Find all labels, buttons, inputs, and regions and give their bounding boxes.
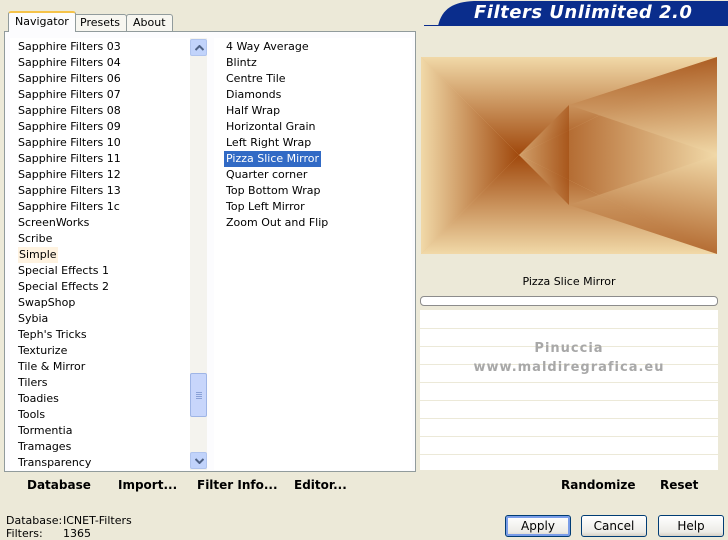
filter-item[interactable]: Blintz (226, 55, 257, 71)
scroll-up-button[interactable] (190, 39, 207, 56)
category-item[interactable]: Tile & Mirror (18, 359, 85, 375)
category-item[interactable]: Sapphire Filters 11 (18, 151, 121, 167)
category-item[interactable]: Sapphire Filters 06 (18, 71, 121, 87)
chevron-down-icon (195, 458, 204, 464)
filter-item[interactable]: Zoom Out and Flip (226, 215, 328, 231)
import-button[interactable]: Import... (118, 478, 177, 492)
filter-item[interactable]: Centre Tile (226, 71, 286, 87)
tab-presets[interactable]: Presets (73, 14, 128, 31)
filter-info-button[interactable]: Filter Info... (197, 478, 278, 492)
editor-button[interactable]: Editor... (294, 478, 347, 492)
category-item[interactable]: SwapShop (18, 295, 75, 311)
filter-list[interactable]: 4 Way Average Blintz Centre Tile Diamonds Ha… (214, 38, 412, 470)
category-scrollbar[interactable] (190, 38, 207, 470)
status-area: Database:ICNET-Filters Filters: 1365 (6, 514, 132, 540)
category-item[interactable]: Teph's Tricks (18, 327, 87, 343)
filter-item[interactable]: Top Bottom Wrap (226, 183, 321, 199)
filter-item[interactable]: Horizontal Grain (226, 119, 315, 135)
progress-bar (420, 296, 718, 306)
category-item[interactable]: Sapphire Filters 08 (18, 103, 121, 119)
category-item[interactable]: Tools (18, 407, 45, 423)
scroll-down-button[interactable] (190, 452, 207, 469)
category-item[interactable]: Sapphire Filters 07 (18, 87, 121, 103)
tab-about[interactable]: About (126, 14, 173, 31)
apply-button[interactable]: Apply (505, 515, 571, 537)
category-item[interactable]: Special Effects 2 (18, 279, 109, 295)
filters-count: 1365 (63, 527, 91, 540)
category-list[interactable]: Sapphire Filters 03 Sapphire Filters 04 Sa… (10, 38, 190, 470)
category-item[interactable]: Tramages (18, 439, 71, 455)
category-item[interactable]: Transparency (18, 455, 91, 470)
filter-item[interactable]: Quarter corner (226, 167, 307, 183)
filter-item[interactable]: Half Wrap (226, 103, 280, 119)
category-item[interactable]: Sapphire Filters 03 (18, 39, 121, 55)
scroll-thumb[interactable] (190, 373, 207, 417)
database-value: ICNET-Filters (63, 514, 132, 527)
help-button[interactable]: Help (658, 515, 724, 537)
cancel-button[interactable]: Cancel (581, 515, 647, 537)
preview-filter-name: Pizza Slice Mirror (522, 275, 616, 288)
pizza-slice-preview (421, 57, 717, 254)
parameter-area (420, 310, 718, 470)
title-banner: Filters Unlimited 2.0 (424, 0, 728, 27)
category-item[interactable]: Tormentia (18, 423, 72, 439)
category-item[interactable]: Sapphire Filters 12 (18, 167, 121, 183)
filter-item[interactable]: Top Left Mirror (226, 199, 305, 215)
watermark-name: Pinuccia (534, 341, 604, 356)
filters-label: Filters: (6, 527, 43, 540)
filter-item[interactable]: Diamonds (226, 87, 281, 103)
category-item[interactable]: Sapphire Filters 1c (18, 199, 120, 215)
category-item[interactable]: Sybia (18, 311, 48, 327)
category-item[interactable]: Simple (18, 247, 58, 263)
category-item[interactable]: Special Effects 1 (18, 263, 109, 279)
category-item[interactable]: Sapphire Filters 10 (18, 135, 121, 151)
database-label: Database: (6, 514, 63, 527)
category-item[interactable]: ScreenWorks (18, 215, 89, 231)
category-item[interactable]: Toadies (18, 391, 59, 407)
chevron-up-icon (195, 45, 204, 51)
preview-image (421, 57, 717, 254)
filter-item[interactable]: Pizza Slice Mirror (224, 151, 322, 167)
filter-item[interactable]: 4 Way Average (226, 39, 309, 55)
randomize-button[interactable]: Randomize (561, 478, 635, 492)
category-item[interactable]: Sapphire Filters 13 (18, 183, 121, 199)
category-item[interactable]: Texturize (18, 343, 67, 359)
reset-button[interactable]: Reset (660, 478, 698, 492)
category-item[interactable]: Tilers (18, 375, 48, 391)
database-button[interactable]: Database (27, 478, 91, 492)
filter-item[interactable]: Left Right Wrap (226, 135, 311, 151)
banner-title: Filters Unlimited 2.0 (474, 2, 693, 23)
category-item[interactable]: Sapphire Filters 09 (18, 119, 121, 135)
watermark-url: www.maldiregrafica.eu (473, 360, 665, 375)
category-item[interactable]: Sapphire Filters 04 (18, 55, 121, 71)
tab-navigator[interactable]: Navigator (8, 11, 76, 32)
category-item[interactable]: Scribe (18, 231, 52, 247)
